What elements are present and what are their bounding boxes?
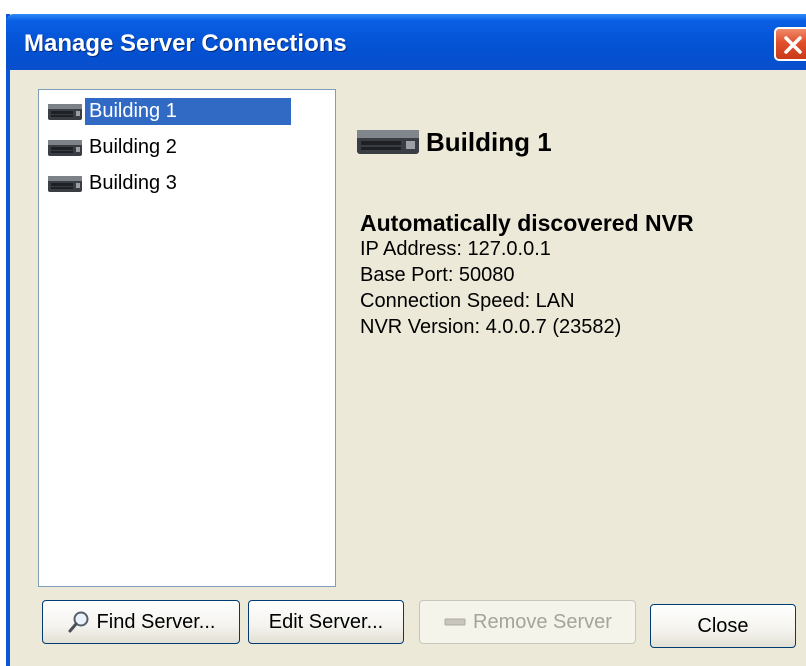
list-item-label: Building 1 [85, 97, 291, 125]
find-server-button[interactable]: Find Server... [42, 600, 240, 644]
list-item-building-2[interactable]: Building 2 [47, 130, 181, 164]
dialog-window: Manage Server Connections Building 1 Bui… [6, 14, 806, 666]
remove-server-button[interactable]: Remove Server [419, 600, 636, 644]
list-item-label: Building 3 [89, 171, 177, 194]
server-icon [357, 130, 419, 154]
base-port-text: Base Port: 50080 [360, 264, 515, 286]
nvr-version-text: NVR Version: 4.0.0.7 (23582) [360, 316, 622, 338]
server-icon [48, 176, 82, 192]
remove-server-label: Remove Server [473, 610, 612, 633]
close-button[interactable]: Close [650, 604, 796, 648]
list-item-label: Building 2 [89, 135, 177, 158]
edit-server-label: Edit Server... [268, 610, 384, 633]
list-item-building-3[interactable]: Building 3 [47, 166, 181, 200]
list-item-building-1[interactable]: Building 1 [47, 94, 291, 128]
server-icon [48, 104, 82, 120]
close-label: Close [697, 614, 749, 637]
details-kind: Automatically discovered NVR [360, 210, 694, 236]
edit-server-button[interactable]: Edit Server... [248, 600, 404, 644]
server-list[interactable]: Building 1 Building 2 Building 3 [38, 89, 336, 587]
server-icon [48, 140, 82, 156]
find-server-label: Find Server... [96, 610, 216, 633]
details-info: Automatically discovered NVR IP Address:… [360, 210, 694, 340]
magnifier-icon [68, 611, 89, 633]
server-details-panel: Building 1 Automatically discovered NVR … [356, 124, 796, 338]
details-header: Building 1 [356, 124, 796, 160]
window-title: Manage Server Connections [24, 30, 347, 57]
minus-icon [444, 618, 466, 626]
details-server-name: Building 1 [426, 126, 552, 157]
title-close-button[interactable] [774, 27, 806, 61]
ip-address-text: IP Address: 127.0.0.1 [360, 238, 551, 260]
title-bar[interactable]: Manage Server Connections [6, 14, 806, 70]
close-icon [784, 36, 802, 54]
connection-speed-text: Connection Speed: LAN [360, 290, 575, 312]
